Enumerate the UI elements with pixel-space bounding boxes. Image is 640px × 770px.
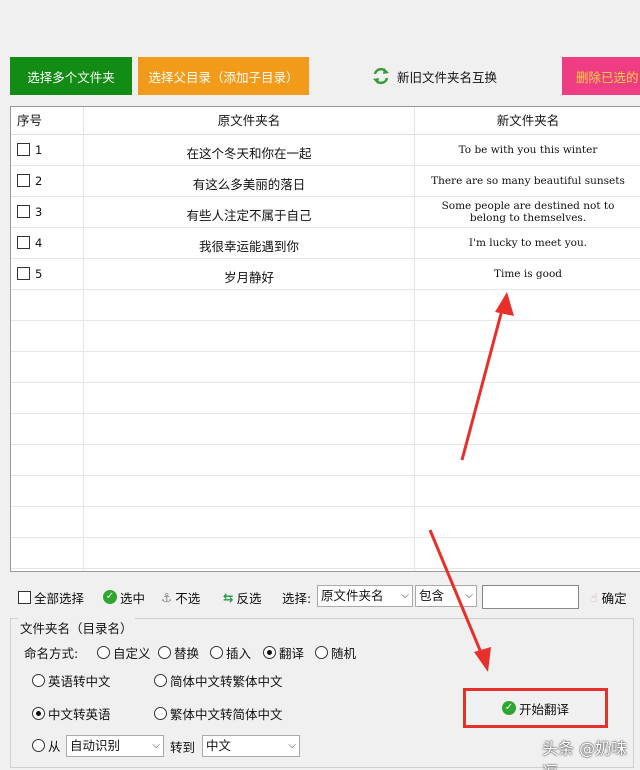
annotation-arrow-up — [460, 309, 504, 461]
watermark: 头条 @奶味逗 — [542, 739, 628, 770]
annotation-arrow-down — [428, 529, 484, 656]
annotation-arrows — [428, 292, 514, 672]
arrowhead-down-icon — [474, 647, 491, 672]
arrowhead-up-icon — [495, 292, 514, 316]
